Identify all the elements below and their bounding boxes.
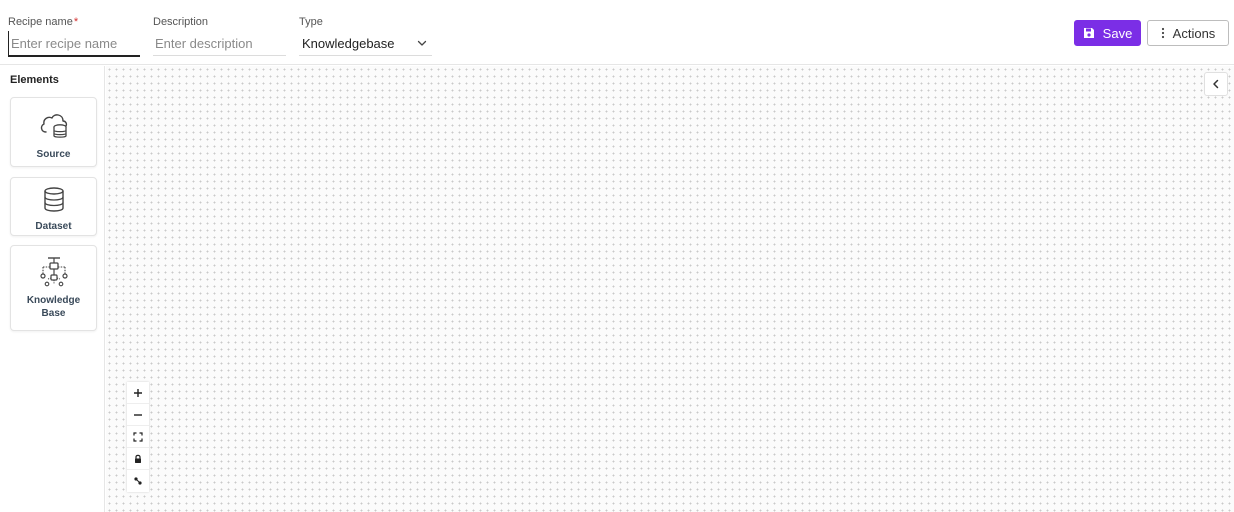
chevron-left-icon <box>1213 79 1219 89</box>
lock-button[interactable] <box>127 448 149 470</box>
element-card-dataset[interactable]: Dataset <box>10 177 97 236</box>
recipe-name-field: Recipe name* <box>8 14 140 57</box>
description-field: Description <box>153 14 286 56</box>
recipe-name-input[interactable] <box>8 31 140 55</box>
collapse-panel-button[interactable] <box>1204 72 1228 96</box>
type-label: Type <box>299 16 323 28</box>
recipe-header: Recipe name* Description Type Knowledgeb… <box>0 0 1234 65</box>
interactivity-button[interactable] <box>127 470 149 492</box>
flow-canvas[interactable] <box>106 66 1234 512</box>
knowledge-graph-icon <box>39 257 68 287</box>
zoom-out-icon <box>134 413 142 416</box>
dataset-label: Dataset <box>35 221 72 232</box>
element-card-source[interactable]: Source <box>10 97 97 167</box>
elements-sidebar: Elements Source Dataset Knowledge Base <box>0 66 105 512</box>
zoom-out-button[interactable] <box>127 404 149 426</box>
description-label: Description <box>153 16 209 28</box>
source-label: Source <box>36 149 71 160</box>
actions-label: Actions <box>1172 25 1216 41</box>
lock-icon <box>135 454 141 463</box>
knowledge-base-label: Knowledge Base <box>27 294 80 320</box>
cloud-database-icon <box>40 114 67 138</box>
floppy-disk-icon <box>1083 28 1094 38</box>
type-select[interactable]: Knowledgebase <box>299 31 432 55</box>
required-mark: * <box>73 16 79 28</box>
chevron-down-icon <box>417 40 427 46</box>
description-input[interactable] <box>153 31 286 55</box>
zoom-in-icon <box>134 388 142 397</box>
zoom-in-button[interactable] <box>127 382 149 404</box>
save-label: Save <box>1102 25 1133 41</box>
type-underline <box>299 55 432 56</box>
save-button[interactable]: Save <box>1074 20 1141 46</box>
vertical-dots-icon <box>1161 27 1164 39</box>
recipe-name-label: Recipe name* <box>8 16 79 28</box>
sidebar-title: Elements <box>10 74 59 86</box>
database-icon <box>43 187 64 212</box>
description-underline <box>153 55 286 56</box>
knowledge-base-label-line2: Base <box>41 308 66 319</box>
canvas-controls <box>127 382 149 492</box>
element-card-knowledge-base[interactable]: Knowledge Base <box>10 245 97 331</box>
fit-view-button[interactable] <box>127 426 149 448</box>
recipe-name-underline <box>8 55 140 57</box>
actions-button[interactable]: Actions <box>1147 20 1229 46</box>
type-value: Knowledgebase <box>302 35 395 51</box>
type-field: Type Knowledgebase <box>299 14 432 56</box>
interactivity-icon <box>134 477 142 485</box>
knowledge-base-label-line1: Knowledge <box>26 295 81 306</box>
fit-view-icon <box>133 431 143 442</box>
